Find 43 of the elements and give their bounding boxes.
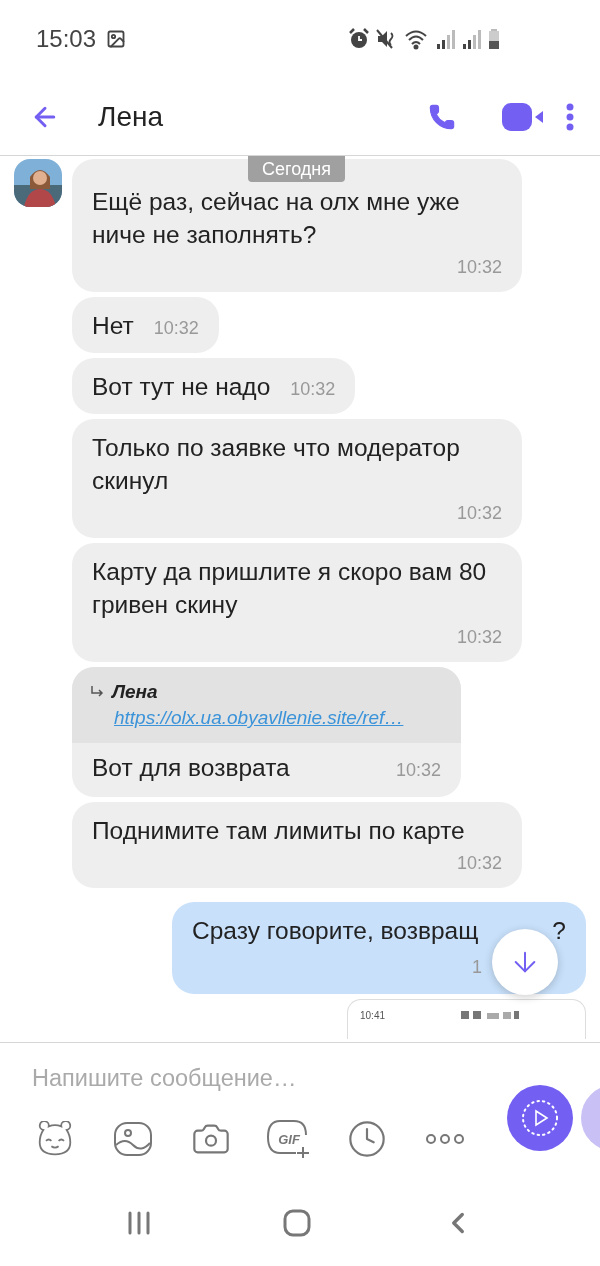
clock-icon <box>347 1119 387 1159</box>
chat-title: Лена <box>98 100 164 133</box>
message-text: Нет <box>92 311 134 341</box>
thumbnail-time: 10:41 <box>360 1010 386 1021</box>
message-text: Вот тут не надо <box>92 372 271 402</box>
video-camera-icon <box>502 102 544 131</box>
quote-link[interactable]: https://olx.ua.obyavllenie.site/ref… <box>114 707 441 729</box>
message-text: Карту да пришлите я скоро вам 80 гривен скину <box>92 557 488 620</box>
gif-label: GIF <box>278 1131 300 1147</box>
message-text: Только по заявке что модератор скинул <box>92 433 461 496</box>
message-time: 10:32 <box>456 852 502 875</box>
reply-arrow-icon <box>90 685 104 699</box>
message-time: 1 <box>472 956 482 979</box>
message-time: 10:32 <box>395 759 441 782</box>
signal-icon <box>462 28 482 50</box>
alarm-icon <box>348 28 370 50</box>
date-chip: Сегодня <box>248 156 345 182</box>
message-time: 10:32 <box>456 502 502 525</box>
thumbnail-status-icons-drawing <box>461 1010 522 1020</box>
home-icon <box>283 1208 311 1237</box>
message-text: Вот для возврата <box>92 753 290 783</box>
bear-face-icon <box>36 1121 74 1157</box>
image-icon <box>106 29 127 49</box>
battery-icon <box>488 28 500 50</box>
gif-button[interactable]: GIF <box>266 1116 312 1162</box>
play-icon <box>520 1098 560 1138</box>
quote-author: Лена <box>112 681 158 703</box>
screenshot-thumbnail[interactable]: 10:41 <box>347 999 586 1039</box>
message-text: Ещё раз, сейчас на олх мне уже ниче не заполнять? <box>92 187 461 250</box>
message-time: 10:32 <box>456 626 502 649</box>
gallery-icon <box>113 1121 153 1157</box>
message-time: 10:32 <box>290 378 336 401</box>
status-time: 15:03 <box>36 25 97 53</box>
gif-frame-icon <box>266 1119 310 1159</box>
signal-icon <box>436 28 456 50</box>
message-text: Поднимите там лимиты по карте <box>92 816 465 846</box>
message-time: 10:32 <box>456 256 502 279</box>
phone-icon <box>428 102 456 131</box>
menu-icon <box>566 102 574 131</box>
message-text: ? <box>552 916 566 946</box>
more-icon <box>425 1133 465 1145</box>
message-text: Сразу говорите, возвращ <box>192 916 479 946</box>
message-time: 10:32 <box>153 317 199 340</box>
